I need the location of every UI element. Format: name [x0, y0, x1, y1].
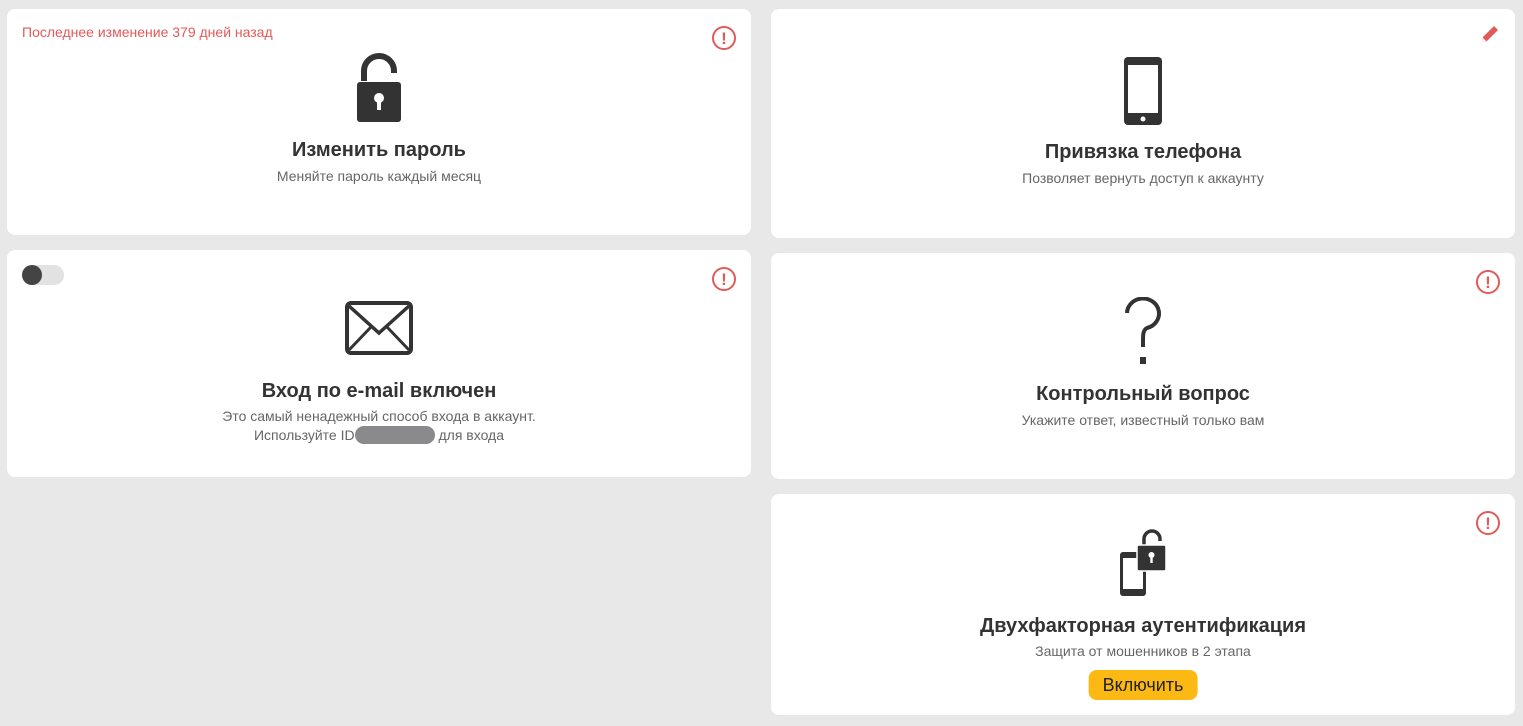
enable-button[interactable]: Включить [1088, 670, 1198, 700]
email-login-toggle[interactable] [22, 265, 64, 285]
card-title: Контрольный вопрос [1036, 383, 1250, 405]
warning-icon: ! [1476, 511, 1500, 535]
card-title: Изменить пароль [292, 139, 466, 161]
id-prefix: Используйте ID [253, 427, 355, 443]
card-title: Вход по e-mail включен [261, 380, 497, 402]
warning-icon: ! [1476, 270, 1500, 294]
phone-binding-card[interactable]: Привязка телефона Позволяет вернуть дост… [771, 9, 1515, 238]
change-password-card[interactable]: Последнее изменение 379 дней назад ! Изм… [7, 9, 751, 235]
card-title: Двухфакторная аутентификация [979, 615, 1307, 637]
card-description: Меняйте пароль каждый месяц [276, 168, 482, 184]
description-line-2: Используйте ID для входа [7, 426, 751, 445]
card-title: Привязка телефона [1044, 141, 1242, 163]
description-line-1: Это самый ненадежный способ входа в акка… [222, 408, 536, 424]
question-mark-icon [1125, 297, 1161, 364]
card-description: Защита от мошенников в 2 этапа [1035, 643, 1251, 659]
phone-lock-icon [1120, 529, 1167, 596]
email-login-card[interactable]: ! Вход по e-mail включен Это самый ненад… [7, 250, 751, 477]
card-description: Укажите ответ, известный только вам [1021, 412, 1265, 428]
toggle-knob [22, 265, 42, 285]
card-description: Это самый ненадежный способ входа в акка… [7, 407, 751, 445]
smartphone-icon [1124, 57, 1162, 125]
id-suffix: для входа [434, 427, 505, 443]
lock-open-icon [357, 53, 401, 122]
warning-icon: ! [712, 267, 736, 291]
redacted-id [354, 426, 435, 444]
envelope-icon [345, 301, 413, 355]
pencil-icon[interactable] [1479, 23, 1501, 45]
card-description: Позволяет вернуть доступ к аккаунту [1022, 170, 1264, 186]
two-factor-card[interactable]: ! Двухфакторная аутентификация Защита от… [771, 494, 1515, 715]
warning-icon: ! [712, 26, 736, 50]
security-question-card[interactable]: ! Контрольный вопрос Укажите ответ, изве… [771, 253, 1515, 479]
last-change-notice: Последнее изменение 379 дней назад [22, 24, 273, 40]
